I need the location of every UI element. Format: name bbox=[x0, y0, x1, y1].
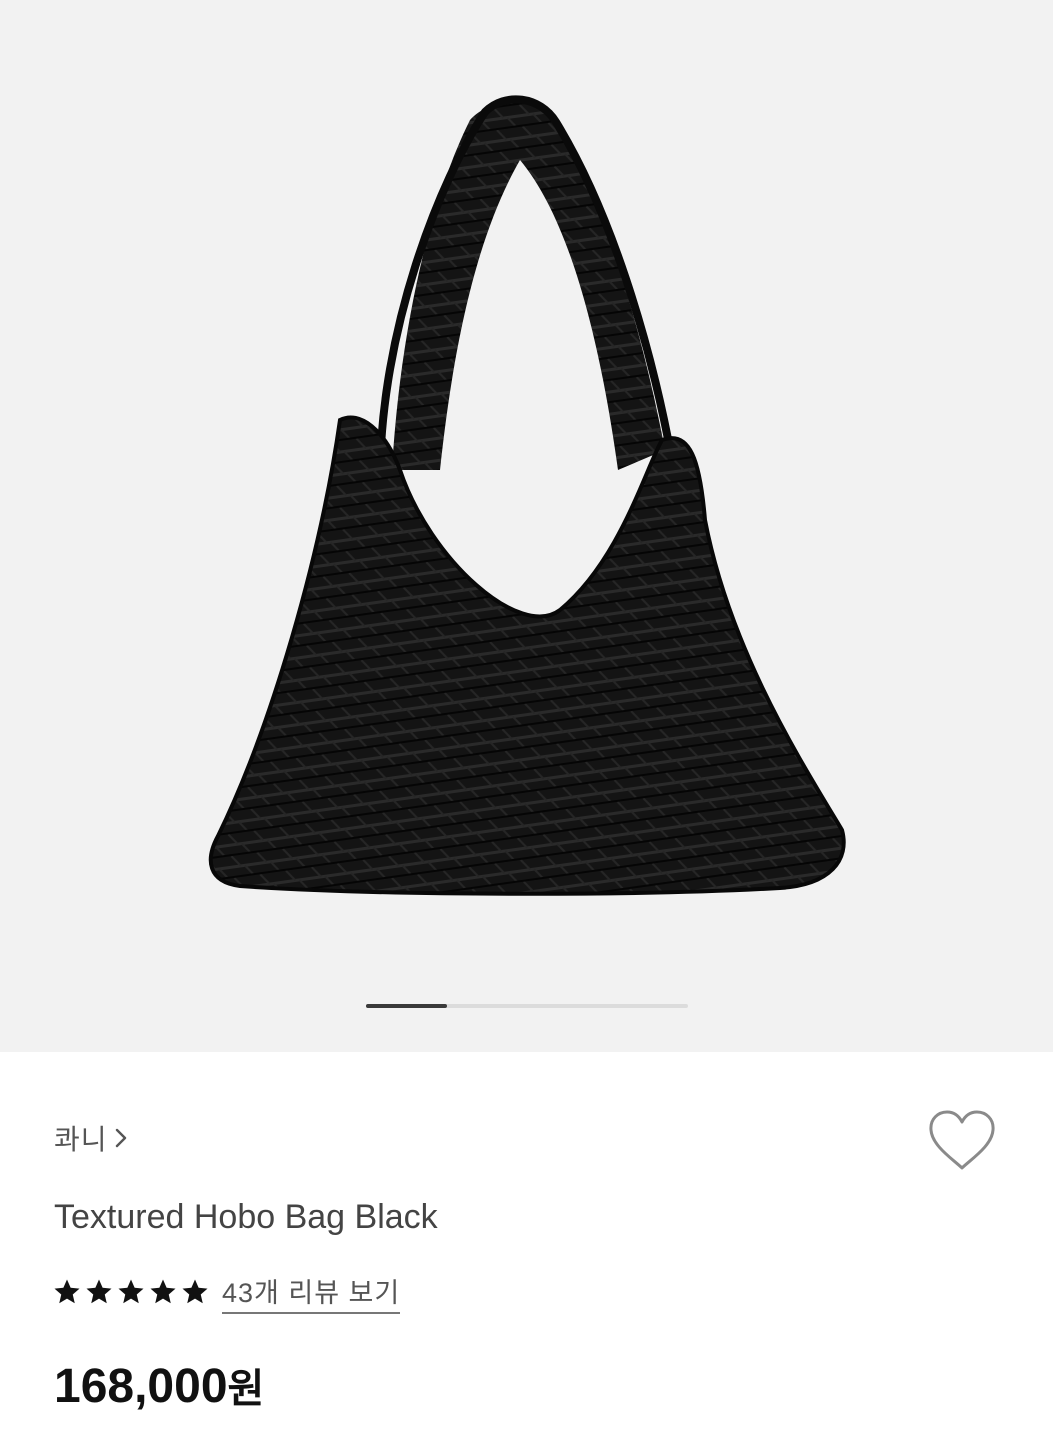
product-title: Textured Hobo Bag Black bbox=[54, 1198, 438, 1236]
rating-stars bbox=[52, 1277, 210, 1307]
wishlist-button[interactable] bbox=[924, 1106, 1000, 1176]
star-filled-icon bbox=[182, 1279, 208, 1304]
product-detail-page: 콰니 Textured Hobo Bag Black 43개 리뷰 보기 168… bbox=[0, 0, 1053, 1440]
product-image-gallery[interactable] bbox=[0, 0, 1053, 1052]
product-photo bbox=[208, 95, 846, 896]
brand-link[interactable]: 콰니 bbox=[54, 1118, 130, 1158]
brand-name: 콰니 bbox=[54, 1124, 108, 1155]
price-currency: 원 bbox=[227, 1367, 265, 1411]
rating-row: 43개 리뷰 보기 bbox=[52, 1271, 401, 1314]
product-price: 168,000원 bbox=[54, 1356, 264, 1414]
star-filled-icon bbox=[118, 1279, 144, 1304]
star-filled-icon bbox=[150, 1279, 176, 1304]
chevron-right-icon bbox=[115, 1128, 126, 1148]
heart-outline-icon bbox=[929, 1110, 995, 1170]
star-filled-icon bbox=[54, 1279, 80, 1304]
price-amount: 168,000 bbox=[54, 1360, 228, 1413]
gallery-progress-bar bbox=[366, 1004, 688, 1008]
gallery-progress-indicator bbox=[366, 1004, 447, 1008]
view-reviews-link[interactable]: 43개 리뷰 보기 bbox=[222, 1271, 401, 1314]
star-filled-icon bbox=[86, 1279, 112, 1304]
